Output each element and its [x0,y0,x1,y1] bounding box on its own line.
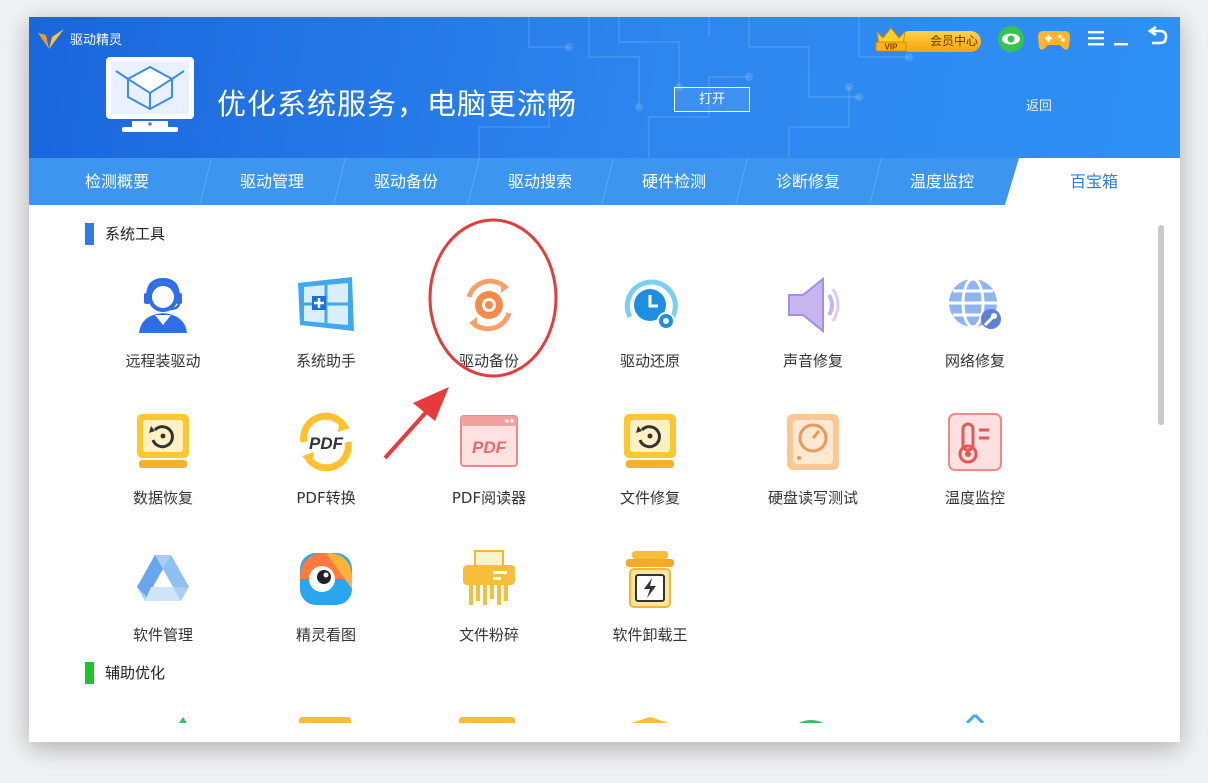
open-button[interactable]: 打开 [674,87,750,112]
tool-image-viewer[interactable]: 精灵看图 [256,549,396,659]
eye-protect-icon [998,26,1024,52]
tool-label: PDF转换 [296,489,356,507]
v-wing-logo-icon [38,29,64,49]
menu-icon [1088,31,1104,46]
partial-icon [299,717,351,723]
banner-title: 优化系统服务，电脑更流畅 [217,87,578,121]
image-viewer-icon [300,553,352,605]
tool-data-recovery[interactable]: 数据恢复 [93,412,233,522]
tool-disk-test[interactable]: 硬盘读写测试 [743,412,883,522]
tab-driver-backup[interactable]: 驱动备份 [339,158,473,205]
tab-driver-manage[interactable]: 驱动管理 [205,158,339,205]
tool-label: 系统助手 [295,352,356,370]
vip-label: 会员中心 [899,31,981,52]
tool-pdf-reader[interactable]: PDF PDF阅读器 [419,412,559,522]
header-banner: 驱动精灵 优化系统服务，电脑更流畅 打开 返回 会员中心 VIP [29,17,1180,158]
software-manager-icon [137,555,189,601]
pdf-reader-icon: PDF [460,415,518,467]
tool-label: 软件卸载王 [612,626,688,644]
tool-label: 软件管理 [132,626,193,644]
section-title-text: 辅助优化 [105,664,166,682]
minimize-button[interactable] [1111,25,1133,53]
thermometer-icon [948,413,1002,471]
gamepad-icon [1038,31,1070,50]
tool-remote-driver[interactable]: 远程装驱动 [93,275,233,385]
tool-label: 硬盘读写测试 [767,489,858,507]
tool-label: 精灵看图 [295,626,356,644]
section-system-tools: 系统工具 [85,223,165,245]
eye-protect-button[interactable] [995,25,1027,53]
clock-restore-icon [624,279,678,330]
partial-icon [631,717,669,723]
disk-test-icon [787,414,839,470]
tool-software-manager[interactable]: 软件管理 [93,549,233,659]
pdf-convert-icon: PDF [300,412,352,472]
tool-uninstaller[interactable]: 软件卸载王 [580,549,720,659]
tool-label: 温度监控 [944,489,1005,507]
tab-temperature[interactable]: 温度监控 [875,158,1009,205]
section-bar [85,662,94,684]
tool-label: 驱动还原 [619,352,680,370]
gear-backup-icon [466,278,512,332]
svg-text:VIP: VIP [885,43,899,52]
tab-diagnose-repair[interactable]: 诊断修复 [741,158,875,205]
pdf-text: PDF [472,438,507,457]
tool-label: PDF阅读器 [451,489,527,507]
tab-hardware-check[interactable]: 硬件检测 [607,158,741,205]
tool-label: 文件修复 [619,489,680,507]
section-bar [85,223,94,245]
vip-crown-icon: VIP [875,27,907,52]
tab-overview[interactable]: 检测概要 [29,158,205,205]
tool-label: 数据恢复 [132,489,193,507]
vip-center-button[interactable]: 会员中心 VIP [873,22,981,54]
tool-label: 声音修复 [782,352,843,370]
section-auxiliary-optimize: 辅助优化 [85,662,165,684]
scrollbar-thumb[interactable] [1158,225,1164,425]
tool-label: 网络修复 [944,352,1005,370]
tool-pdf-convert[interactable]: PDF PDF转换 [256,412,396,522]
back-button[interactable] [1145,25,1171,53]
pdf-text: PDF [309,434,344,453]
tool-system-assistant[interactable]: 系统助手 [256,275,396,385]
tool-label: 文件粉碎 [458,626,519,644]
shredder-icon [463,550,515,605]
tool-sound-repair[interactable]: 声音修复 [743,275,883,385]
back-arrow-icon [1147,25,1168,45]
tool-label: 驱动备份 [458,352,519,370]
section-title-text: 系统工具 [105,225,166,243]
monitor-restore-icon [137,414,189,468]
game-button[interactable] [1037,25,1070,53]
headset-support-icon [139,277,187,333]
partial-icon [179,717,187,723]
minimize-icon [1114,43,1128,46]
tool-temperature-monitor[interactable]: 温度监控 [905,412,1045,522]
tool-network-repair[interactable]: 网络修复 [905,275,1045,385]
partial-icon [459,717,515,723]
tool-driver-restore[interactable]: 驱动还原 [580,275,720,385]
tool-file-shredder[interactable]: 文件粉碎 [419,549,559,659]
partial-icon [965,713,985,723]
main-nav: 检测概要 驱动管理 驱动备份 驱动搜索 硬件检测 诊断修复 温度监控 百宝箱 [29,158,1180,205]
windows-add-icon [298,277,354,331]
tab-driver-search[interactable]: 驱动搜索 [473,158,607,205]
app-window: 驱动精灵 优化系统服务，电脑更流畅 打开 返回 会员中心 VIP 检测概要 驱动… [29,17,1180,742]
menu-button[interactable] [1086,25,1108,53]
tool-file-repair[interactable]: 文件修复 [580,412,720,522]
speaker-icon [788,276,840,334]
globe-repair-icon [949,277,1001,329]
partial-icon [798,720,824,723]
tool-driver-backup[interactable]: 驱动备份 [419,275,559,385]
app-name: 驱动精灵 [70,33,123,48]
tab-toolbox[interactable]: 百宝箱 [1019,158,1169,205]
uninstall-icon [626,551,674,608]
monitor-box-icon [106,57,194,132]
back-link[interactable]: 返回 [1026,95,1052,114]
file-repair-icon [624,414,676,468]
tool-label: 远程装驱动 [125,352,201,370]
